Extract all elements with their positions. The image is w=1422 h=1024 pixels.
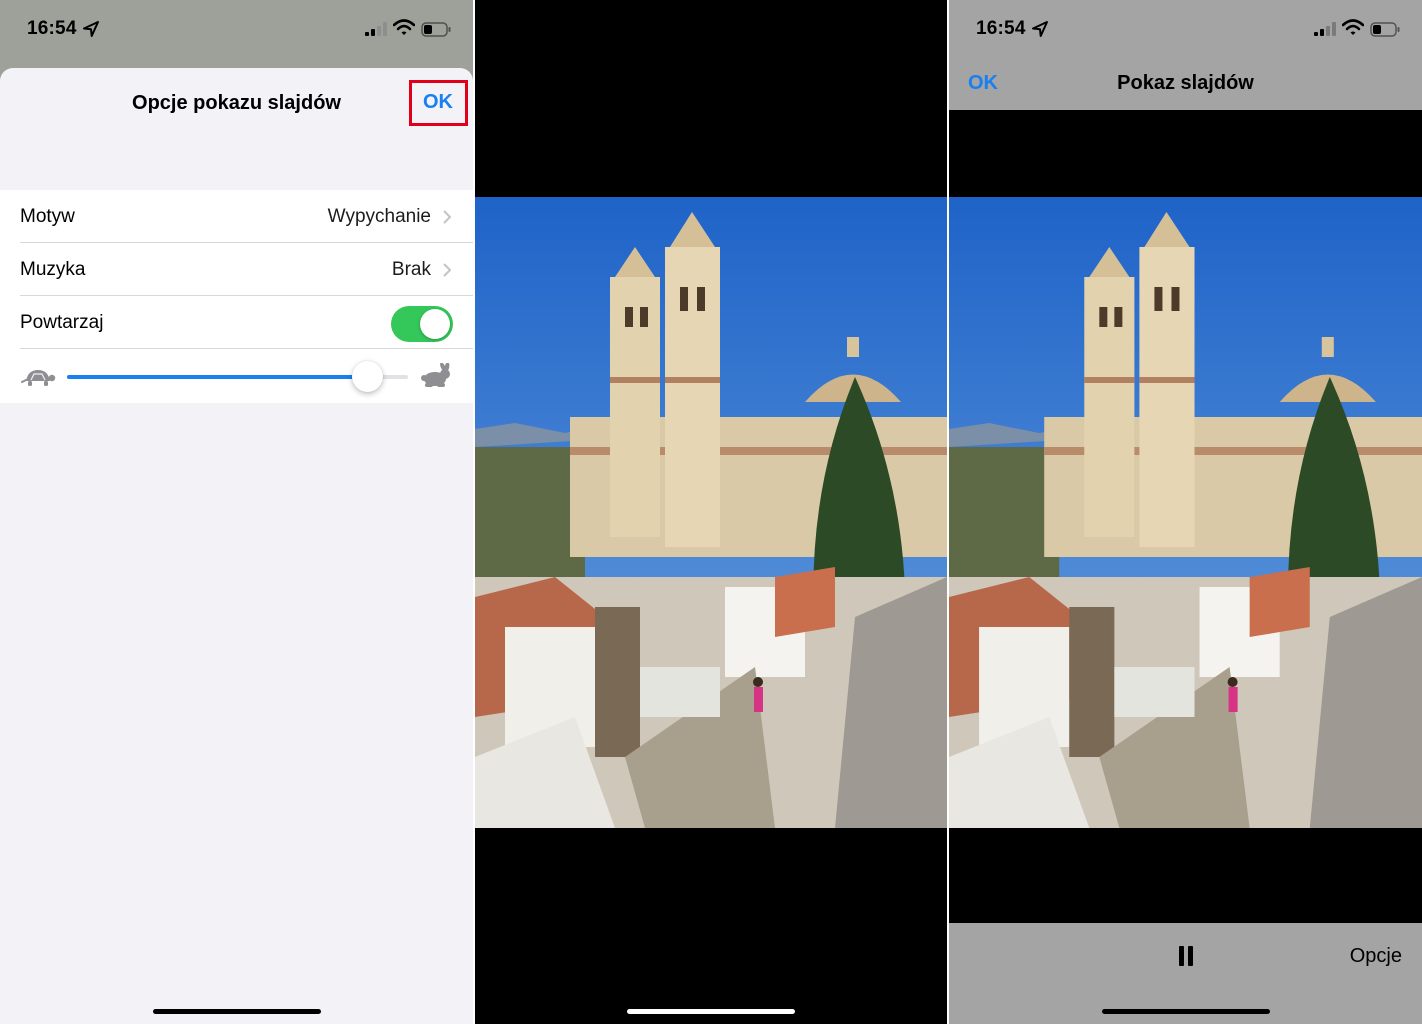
music-row[interactable]: Muzyka Brak (20, 243, 473, 296)
theme-row[interactable]: Motyw Wypychanie (20, 190, 473, 243)
home-indicator (152, 1009, 321, 1014)
chevron-right-icon (443, 263, 451, 277)
speed-slider-row (0, 349, 473, 403)
status-time: 16:54 (27, 18, 77, 39)
speed-slider-fill (67, 375, 368, 379)
nav-title: Pokaz slajdów (1117, 72, 1254, 94)
cellular-signal-icon (1314, 22, 1336, 36)
row-value: Wypychanie (327, 206, 431, 227)
church-photo[interactable] (949, 197, 1422, 828)
sheet-title: Opcje pokazu slajdów (132, 92, 341, 114)
photo-image (475, 197, 947, 828)
location-arrow-icon (83, 21, 99, 37)
photo-image (949, 197, 1422, 828)
repeat-toggle[interactable] (391, 306, 453, 342)
status-bar: 16:54 (0, 0, 473, 62)
pause-icon[interactable] (1178, 945, 1194, 967)
turtle-icon (21, 370, 56, 386)
ok-button[interactable]: OK (968, 72, 998, 95)
wifi-icon (1342, 19, 1364, 35)
row-label: Muzyka (20, 259, 86, 280)
toggle-knob (420, 309, 450, 339)
rabbit-icon (421, 363, 450, 387)
status-time: 16:54 (976, 18, 1026, 39)
speed-slider-thumb[interactable] (352, 361, 384, 392)
location-arrow-icon (1032, 21, 1048, 37)
row-value: Brak (391, 259, 431, 280)
row-label: Motyw (20, 206, 75, 227)
options-button[interactable]: Opcje (1350, 945, 1402, 968)
ok-button[interactable]: OK (423, 91, 453, 114)
home-indicator (1101, 1009, 1270, 1014)
navigation-bar: 16:54 Pokaz slajdów OK (949, 0, 1422, 110)
church-photo[interactable] (475, 197, 947, 828)
playback-toolbar: Opcje (949, 923, 1422, 1024)
battery-icon (1370, 22, 1400, 37)
settings-list: Motyw Wypychanie Muzyka Brak Powtarzaj (0, 190, 473, 403)
wifi-icon (393, 19, 415, 35)
home-indicator (627, 1009, 795, 1014)
cellular-signal-icon (365, 22, 387, 36)
status-bar: 16:54 (949, 0, 1422, 62)
speed-slider-track[interactable] (67, 361, 408, 392)
chevron-right-icon (443, 210, 451, 224)
row-label: Powtarzaj (20, 312, 104, 333)
repeat-row: Powtarzaj (20, 296, 473, 349)
slideshow-options-screen: 16:54 Opcje pokazu slajdów OK Motyw Wypy… (0, 0, 473, 1024)
battery-icon (421, 22, 451, 37)
slideshow-fullscreen[interactable] (475, 0, 947, 1024)
options-sheet: Opcje pokazu slajdów OK Motyw Wypychanie… (0, 68, 473, 1024)
slideshow-with-controls: 16:54 Pokaz slajdów OK Opcje (949, 0, 1422, 1024)
